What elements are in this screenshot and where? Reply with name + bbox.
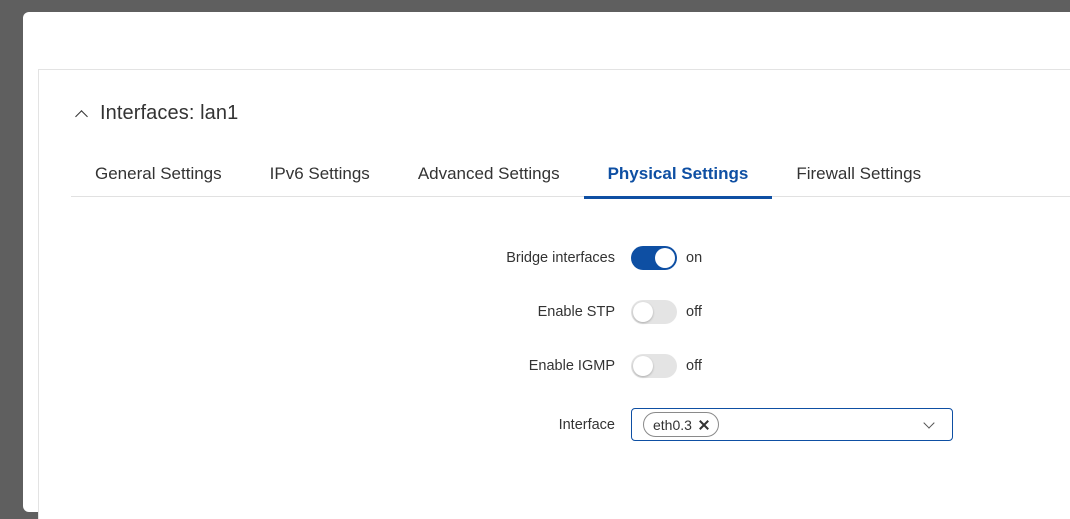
bridge-interfaces-toggle[interactable] xyxy=(631,246,677,270)
tab-physical-settings[interactable]: Physical Settings xyxy=(583,161,773,199)
enable-igmp-label: Enable IGMP xyxy=(528,358,615,374)
enable-igmp-row: Enable IGMP off xyxy=(23,351,1070,381)
enable-stp-toggle[interactable] xyxy=(631,300,677,324)
interface-select[interactable]: eth0.3 xyxy=(631,408,953,441)
enable-igmp-state: off xyxy=(686,358,702,374)
chevron-up-icon[interactable] xyxy=(75,109,88,123)
toggle-knob xyxy=(633,356,653,376)
enable-stp-row: Enable STP off xyxy=(23,297,1070,327)
enable-stp-label: Enable STP xyxy=(537,304,615,320)
interface-label: Interface xyxy=(558,416,615,433)
chip-label: eth0.3 xyxy=(653,416,692,433)
interface-card xyxy=(38,69,1070,519)
enable-stp-state: off xyxy=(686,304,702,320)
selected-interface-chip: eth0.3 xyxy=(643,412,719,437)
tab-advanced-settings[interactable]: Advanced Settings xyxy=(394,161,584,197)
interface-row: Interface eth0.3 xyxy=(23,408,1070,441)
enable-igmp-toggle[interactable] xyxy=(631,354,677,378)
section-header[interactable]: Interfaces: lan1 xyxy=(75,102,239,125)
chevron-down-icon[interactable] xyxy=(923,417,935,429)
bridge-interfaces-row: Bridge interfaces on xyxy=(23,243,1070,273)
tab-firewall-settings[interactable]: Firewall Settings xyxy=(772,161,945,197)
toggle-knob xyxy=(633,302,653,322)
bridge-interfaces-label: Bridge interfaces xyxy=(506,250,615,266)
tab-general-settings[interactable]: General Settings xyxy=(71,161,246,197)
tab-bar: General Settings IPv6 Settings Advanced … xyxy=(71,161,1070,199)
section-title: Interfaces: lan1 xyxy=(100,102,239,124)
close-icon[interactable] xyxy=(699,420,709,430)
bridge-interfaces-state: on xyxy=(686,250,703,266)
tab-ipv6-settings[interactable]: IPv6 Settings xyxy=(246,161,394,197)
toggle-knob xyxy=(655,248,675,268)
